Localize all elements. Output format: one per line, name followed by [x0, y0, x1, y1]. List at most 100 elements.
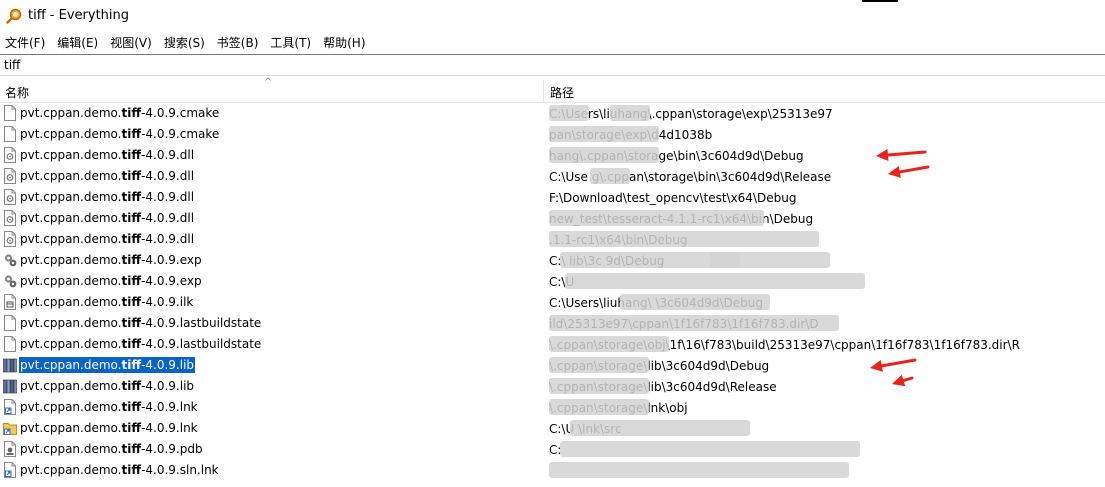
file-name-cell[interactable]: pvt.cppan.demo.tiff-4.0.9.lib [0, 355, 544, 376]
file-name-cell[interactable]: pvt.cppan.demo.tiff-4.0.9.lnk [0, 418, 544, 439]
table-row[interactable]: pvt.cppan.demo.tiff-4.0.9.lastbuildstate… [0, 313, 1105, 334]
redaction-blur [570, 420, 750, 436]
file-name-suffix: -4.0.9.cmake [141, 106, 220, 120]
folder-shortcut-icon [3, 423, 17, 435]
shortcut-icon [4, 462, 16, 478]
file-name-suffix: -4.0.9.ilk [141, 295, 194, 309]
table-row[interactable]: pvt.cppan.demo.tiff-4.0.9.expC:\ lib\3c … [0, 250, 1105, 271]
file-name-cell[interactable]: pvt.cppan.demo.tiff-4.0.9.sln.lnk [0, 460, 544, 481]
file-name: pvt.cppan.demo.tiff-4.0.9.cmake [19, 105, 220, 121]
file-path-cell: C:\Use g\.cppan\storage\bin\3c604d9d\Rel… [549, 170, 832, 184]
redaction-blur [549, 462, 849, 478]
table-row[interactable]: pvt.cppan.demo.tiff-4.0.9.lnkC:\U \lnk\s… [0, 418, 1105, 439]
document-icon [4, 315, 16, 331]
redaction-blur [620, 294, 770, 310]
redaction-blur [549, 336, 669, 352]
file-name-cell[interactable]: pvt.cppan.demo.tiff-4.0.9.dll [0, 208, 544, 229]
table-row[interactable]: pvt.cppan.demo.tiff-4.0.9.dll hang\.cppan… [0, 145, 1105, 166]
redaction-blur [610, 105, 650, 121]
table-row[interactable]: pvt.cppan.demo.tiff-4.0.9.dllnew_test\te… [0, 208, 1105, 229]
file-name-cell[interactable]: pvt.cppan.demo.tiff-4.0.9.ilk [0, 292, 544, 313]
table-row[interactable]: pvt.cppan.demo.tiff-4.0.9.lib \.cppan\sto… [0, 376, 1105, 397]
file-name-match: tiff [121, 127, 142, 141]
dll-icon [4, 231, 16, 247]
file-name-cell[interactable]: pvt.cppan.demo.tiff-4.0.9.pdb [0, 439, 544, 460]
file-name-cell[interactable]: pvt.cppan.demo.tiff-4.0.9.dll [0, 145, 544, 166]
window-title: tiff - Everything [28, 8, 130, 23]
file-name-prefix: pvt.cppan.demo. [20, 106, 122, 120]
magnifier-app-icon [6, 8, 22, 24]
redaction-blur [549, 105, 589, 121]
table-row[interactable]: pvt.cppan.demo.tiff-4.0.9.sln.lnk [0, 460, 1105, 481]
table-row[interactable]: pvt.cppan.demo.tiff-4.0.9.lib \.cppan\sto… [0, 355, 1105, 376]
file-name-cell[interactable]: pvt.cppan.demo.tiff-4.0.9.exp [0, 271, 544, 292]
file-name-suffix: -4.0.9.dll [141, 190, 195, 204]
file-name-prefix: pvt.cppan.demo. [20, 442, 122, 456]
redaction-blur [549, 126, 659, 142]
file-name-cell[interactable]: pvt.cppan.demo.tiff-4.0.9.lib [0, 376, 544, 397]
file-name-cell[interactable]: pvt.cppan.demo.tiff-4.0.9.cmake [0, 124, 544, 145]
file-name-suffix: -4.0.9.pdb [141, 442, 203, 456]
redaction-blur [549, 210, 764, 226]
file-name-prefix: pvt.cppan.demo. [20, 463, 122, 477]
menu-bookmarks[interactable]: 书签(B) [212, 34, 266, 52]
file-name-cell[interactable]: pvt.cppan.demo.tiff-4.0.9.lnk [0, 397, 544, 418]
menu-tools[interactable]: 工具(T) [265, 34, 318, 52]
table-row[interactable]: pvt.cppan.demo.tiff-4.0.9.ilk C:\Users\li… [0, 292, 1105, 313]
file-name-suffix: -4.0.9.dll [141, 211, 195, 225]
file-name-suffix: -4.0.9.lib [141, 358, 195, 372]
file-name-cell[interactable]: pvt.cppan.demo.tiff-4.0.9.exp [0, 250, 544, 271]
menu-file[interactable]: 文件(F) [0, 34, 52, 52]
redaction-blur [549, 399, 649, 415]
file-name-cell[interactable]: pvt.cppan.demo.tiff-4.0.9.lastbuildstate [0, 313, 544, 334]
redaction-blur [549, 231, 819, 247]
table-row[interactable]: pvt.cppan.demo.tiff-4.0.9.cmakepan\stora… [0, 124, 1105, 145]
table-row[interactable]: pvt.cppan.demo.tiff-4.0.9.dll C:\Use g\.c… [0, 166, 1105, 187]
file-name-suffix: -4.0.9.dll [141, 148, 195, 162]
table-row[interactable]: pvt.cppan.demo.tiff-4.0.9.exp C:\U [0, 271, 1105, 292]
file-name: pvt.cppan.demo.tiff-4.0.9.dll [19, 189, 195, 205]
search-box [0, 54, 1105, 76]
file-name-match: tiff [121, 169, 142, 183]
menu-help[interactable]: 帮助(H) [318, 34, 372, 52]
file-name-match: tiff [121, 379, 142, 393]
file-name-cell[interactable]: pvt.cppan.demo.tiff-4.0.9.dll [0, 229, 544, 250]
file-name-prefix: pvt.cppan.demo. [20, 211, 122, 225]
dll-icon [4, 147, 16, 163]
file-name: pvt.cppan.demo.tiff-4.0.9.cmake [19, 126, 220, 142]
redaction-blur [710, 252, 830, 268]
file-name-prefix: pvt.cppan.demo. [20, 358, 122, 372]
column-name-label: 名称 [5, 86, 30, 100]
file-name-match: tiff [121, 358, 142, 372]
file-name: pvt.cppan.demo.tiff-4.0.9.dll [19, 231, 195, 247]
file-name: pvt.cppan.demo.tiff-4.0.9.lastbuildstate [19, 315, 262, 331]
file-name-cell[interactable]: pvt.cppan.demo.tiff-4.0.9.cmake [0, 103, 544, 124]
file-name-prefix: pvt.cppan.demo. [20, 337, 122, 351]
file-name-match: tiff [121, 148, 142, 162]
file-name-suffix: -4.0.9.exp [141, 274, 202, 288]
table-row[interactable]: pvt.cppan.demo.tiff-4.0.9.lnk\.cppan\sto… [0, 397, 1105, 418]
file-name-cell[interactable]: pvt.cppan.demo.tiff-4.0.9.lastbuildstate [0, 334, 544, 355]
column-header: 名称 ^ 路径 [0, 77, 1105, 103]
menu-search[interactable]: 搜索(S) [159, 34, 212, 52]
file-name-match: tiff [121, 337, 142, 351]
redaction-blur [549, 378, 649, 394]
table-row[interactable]: pvt.cppan.demo.tiff-4.0.9.dll F:\Download… [0, 187, 1105, 208]
search-input[interactable] [0, 55, 1100, 75]
table-row[interactable]: pvt.cppan.demo.tiff-4.0.9.cmake C:\Users\… [0, 103, 1105, 124]
redaction-blur [549, 357, 649, 373]
column-header-name[interactable]: 名称 ^ [0, 77, 544, 102]
table-row[interactable]: pvt.cppan.demo.tiff-4.0.9.lastbuildstate… [0, 334, 1105, 355]
menu-edit[interactable]: 编辑(E) [52, 34, 105, 52]
file-name: pvt.cppan.demo.tiff-4.0.9.lib [19, 357, 196, 373]
file-name-prefix: pvt.cppan.demo. [20, 316, 122, 330]
file-name-suffix: -4.0.9.cmake [141, 127, 220, 141]
table-row[interactable]: pvt.cppan.demo.tiff-4.0.9.dll.1.1-rc1\x6… [0, 229, 1105, 250]
file-name-cell[interactable]: pvt.cppan.demo.tiff-4.0.9.dll [0, 187, 544, 208]
column-header-path[interactable]: 路径 [545, 80, 1105, 102]
menu-view[interactable]: 视图(V) [105, 34, 159, 52]
file-name-suffix: -4.0.9.lnk [141, 400, 198, 414]
file-name-suffix: -4.0.9.exp [141, 253, 202, 267]
table-row[interactable]: pvt.cppan.demo.tiff-4.0.9.pdb C: [0, 439, 1105, 460]
file-name-cell[interactable]: pvt.cppan.demo.tiff-4.0.9.dll [0, 166, 544, 187]
